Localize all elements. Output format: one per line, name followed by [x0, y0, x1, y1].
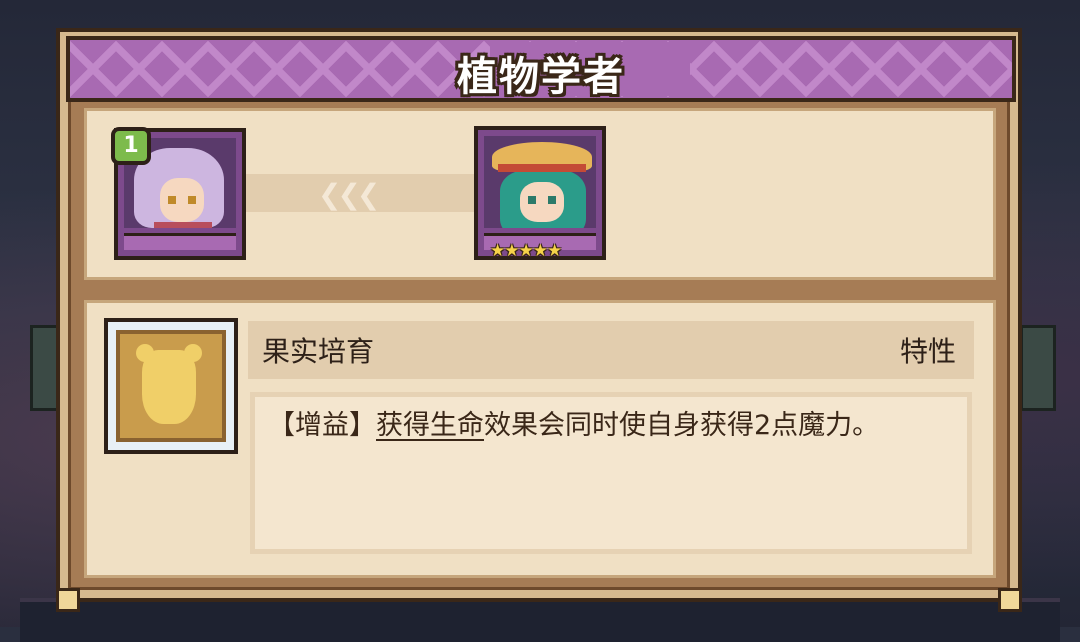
fruit-icon: [116, 330, 226, 442]
panel-title: 植物学者: [457, 54, 625, 100]
skill-type-tag: 特性: [900, 335, 957, 368]
level-badge: 1: [111, 127, 151, 165]
source-unit-bar: [124, 233, 236, 250]
target-unit-portrait[interactable]: [474, 126, 606, 260]
left-arrows-icon: ❮❮❮: [318, 178, 380, 211]
keyword-link-gain-life[interactable]: 获得生命: [376, 410, 484, 441]
skill-name: 果实培育: [262, 335, 375, 368]
skill-description: 【增益】获得生命效果会同时使自身获得2点魔力。: [268, 402, 948, 450]
star-rating: ★★★★★: [490, 241, 562, 261]
corner-br: [998, 588, 1022, 612]
bottom-bar: [20, 598, 1060, 642]
target-unit-art: [484, 136, 596, 228]
right-side-tab: [1020, 325, 1056, 411]
desc-prefix: 【增益】: [268, 410, 376, 441]
skill-icon-button[interactable]: [104, 318, 238, 454]
corner-bl: [56, 588, 80, 612]
title-banner: 植物学者: [66, 36, 1016, 102]
desc-rest: 效果会同时使自身获得2点魔力。: [484, 410, 880, 441]
